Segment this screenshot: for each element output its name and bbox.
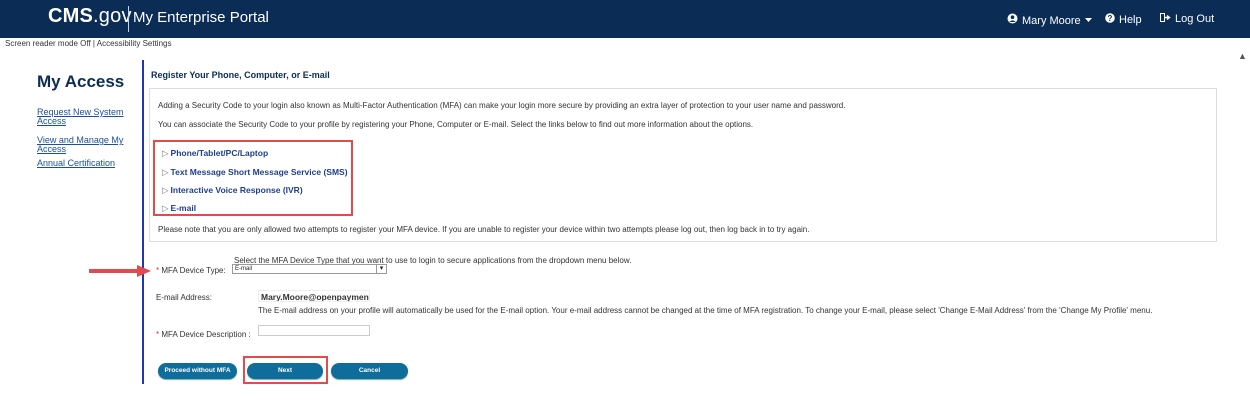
screen-reader-toggle[interactable]: Screen reader mode Off [5,39,91,48]
device-type-label-text: MFA Device Type: [161,266,226,275]
option-label: Interactive Voice Response (IVR) [170,185,303,195]
option-label: E-mail [170,203,197,213]
triangle-right-icon: ▷ [162,185,169,195]
option-label: Phone/Tablet/PC/Laptop [170,148,269,158]
user-circle-icon [1007,13,1018,27]
user-name: Mary Moore [1022,15,1081,27]
triangle-right-icon: ▷ [162,148,169,158]
scroll-up-icon[interactable]: ▲ [1238,51,1247,61]
option-email[interactable]: ▷ E-mail [162,203,196,214]
arrow-right-icon [89,264,151,282]
sidebar-item-view-manage[interactable]: View and Manage My Access [37,136,123,154]
dropdown-arrow-icon[interactable]: ▾ [376,265,386,273]
sidebar-item-label: Access [37,144,67,154]
logo-divider [128,6,129,32]
intro-text-2: You can associate the Security Code to y… [158,120,754,129]
proceed-without-mfa-button[interactable]: Proceed without MFA [158,363,237,379]
selected-value: E-mail [235,266,253,272]
required-mark: * [156,330,160,339]
logout-label: Log Out [1175,13,1215,25]
accessibility-settings-link[interactable]: Accessibility Settings [97,39,172,48]
triangle-right-icon: ▷ [162,203,169,213]
accessibility-separator: | [92,39,95,48]
logout-icon [1160,13,1171,25]
device-description-label: * MFA Device Description : [156,330,251,339]
help-icon: ? [1105,13,1115,26]
device-description-label-text: MFA Device Description : [161,330,251,339]
option-sms[interactable]: ▷ Text Message Short Message Service (SMS… [162,167,348,178]
intro-text-1: Adding a Security Code to your login als… [158,101,846,110]
help-label: Help [1119,14,1142,26]
option-phone-tablet[interactable]: ▷ Phone/Tablet/PC/Laptop [162,148,268,159]
device-type-label: * MFA Device Type: [156,266,226,275]
page-scrollbar[interactable]: ▲ [1235,45,1250,417]
sidebar-divider [142,60,144,384]
logout-link[interactable]: Log Out [1160,13,1214,25]
user-menu[interactable]: Mary Moore [1007,13,1093,27]
sidebar-title: My Access [37,72,125,91]
mfa-options-highlight: ▷ Phone/Tablet/PC/Laptop ▷ Text Message Sh… [153,140,353,216]
mfa-device-type-select[interactable]: E-mail ▾ [232,264,387,274]
option-label: Text Message Short Message Service (SMS) [170,167,348,177]
chevron-down-icon [1084,15,1093,27]
page-title: Register Your Phone, Computer, or E-mail [151,70,330,80]
attempts-note: Please note that you are only allowed tw… [158,225,810,234]
sidebar-item-annual-certification[interactable]: Annual Certification [37,159,115,168]
help-link[interactable]: ? Help [1105,13,1142,26]
accessibility-bar: Screen reader mode Off | Accessibility S… [5,39,171,48]
cms-logo[interactable]: CMS.gov [48,5,132,28]
required-mark: * [156,266,160,275]
triangle-right-icon: ▷ [162,167,169,177]
email-field: Mary.Moore@openpayment [258,290,370,302]
option-ivr[interactable]: ▷ Interactive Voice Response (IVR) [162,185,303,196]
svg-text:?: ? [1108,14,1113,23]
portal-title: My Enterprise Portal [133,9,269,26]
sidebar-item-label: Access [37,116,67,126]
device-description-input[interactable] [258,325,370,336]
cancel-button[interactable]: Cancel [331,363,408,379]
sidebar-item-request-access[interactable]: Request New System Access [37,108,124,126]
top-header: CMS.gov My Enterprise Portal Mary Moore … [0,0,1250,38]
email-note: The E-mail address on your profile will … [258,306,1153,315]
next-button[interactable]: Next [247,363,323,379]
sidebar-item-label: Annual Certification [37,158,116,168]
email-label: E-mail Address: [156,293,213,302]
